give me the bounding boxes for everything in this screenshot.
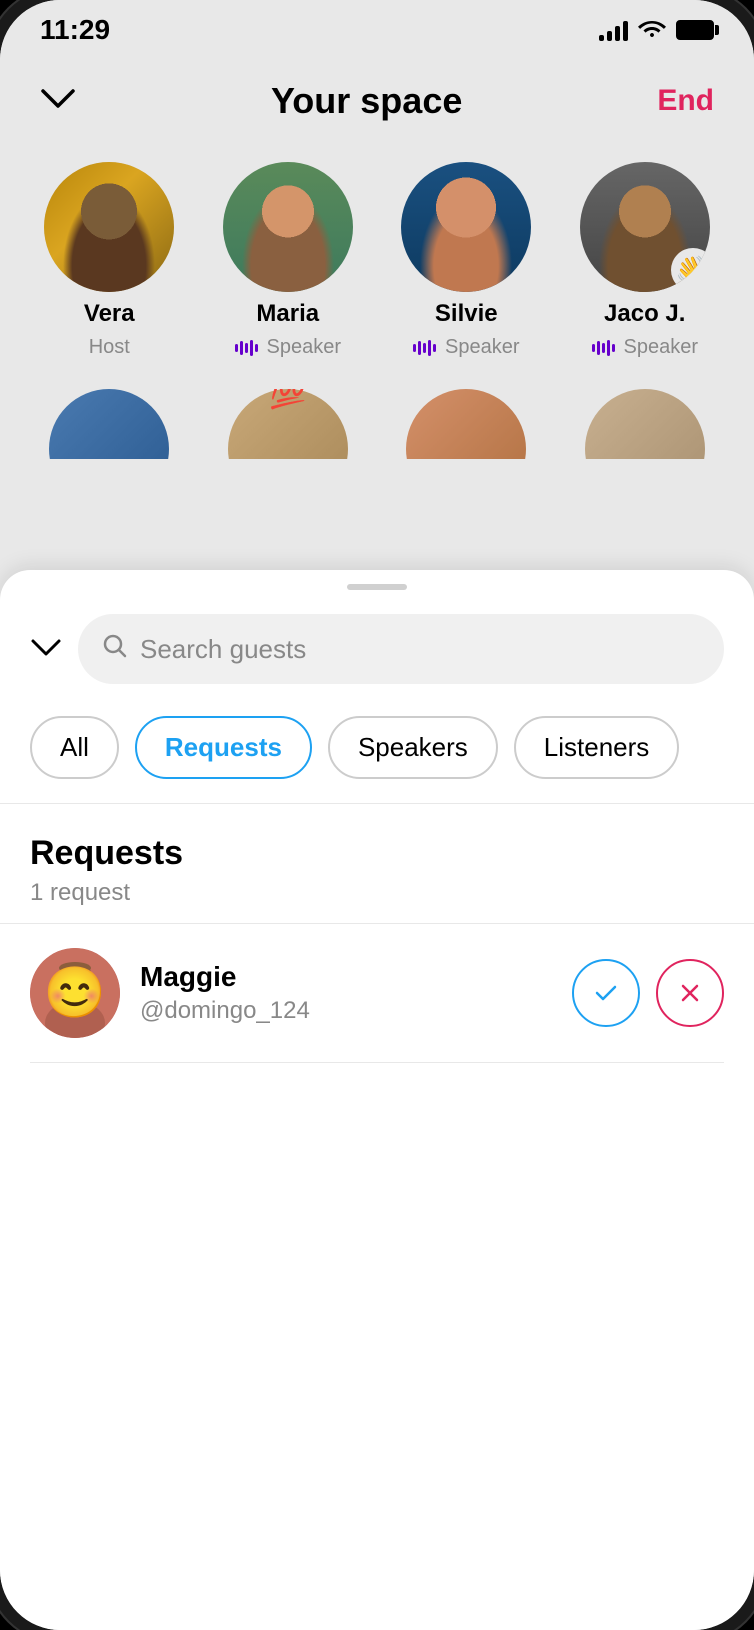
search-bar[interactable]: Search guests (78, 614, 724, 684)
speakers-grid: Vera Host Maria Speaker (0, 142, 754, 379)
speaker-name-silvie: Silvie (435, 300, 498, 328)
filter-tabs: All Requests Speakers Listeners (30, 700, 724, 803)
soundwave-icon (235, 340, 258, 356)
avatar-maggie (30, 948, 120, 1038)
soundwave-icon (592, 340, 615, 356)
avatar-jaco: 👋 (580, 162, 710, 292)
battery-icon (676, 20, 714, 40)
end-button[interactable]: End (657, 84, 714, 118)
avatar-maria (223, 162, 353, 292)
speaker-name-maria: Maria (256, 300, 319, 328)
speaker-role-maria: Speaker (235, 336, 342, 359)
action-buttons-maggie (572, 959, 724, 1027)
user-info-maggie: Maggie @domingo_124 (140, 961, 572, 1025)
speaker-name-jaco: Jaco J. (604, 300, 685, 328)
tab-listeners[interactable]: Listeners (514, 716, 680, 779)
speakers-row-2: 💯 (0, 389, 754, 459)
requests-title: Requests (30, 834, 724, 873)
user-row-maggie: Maggie @domingo_124 (30, 924, 724, 1063)
search-row: Search guests (30, 590, 724, 700)
tab-requests[interactable]: Requests (135, 716, 312, 779)
signal-icon (599, 19, 628, 41)
tab-speakers[interactable]: Speakers (328, 716, 498, 779)
avatar-vera (44, 162, 174, 292)
status-icons (599, 17, 714, 43)
avatar-silvie (401, 162, 531, 292)
status-bar: 11:29 (0, 0, 754, 60)
search-icon (102, 633, 128, 666)
sheet-chevron-icon[interactable] (30, 633, 62, 665)
space-title: Your space (271, 80, 462, 122)
partial-avatar-3 (387, 389, 546, 459)
search-placeholder: Search guests (140, 634, 306, 665)
requests-count: 1 request (30, 879, 724, 907)
wave-emoji-icon: 👋 (671, 248, 710, 292)
status-time: 11:29 (40, 14, 110, 46)
requests-section: Requests 1 request (30, 804, 724, 923)
speaker-role-vera: Host (89, 336, 130, 359)
partial-avatar-4 (566, 389, 725, 459)
decline-button-maggie[interactable] (656, 959, 724, 1027)
speaker-item-jaco: 👋 Jaco J. Speaker (566, 162, 725, 359)
accept-button-maggie[interactable] (572, 959, 640, 1027)
speaker-role-jaco: Speaker (592, 336, 699, 359)
bottom-sheet: Search guests All Requests Speakers List… (0, 570, 754, 1630)
speaker-item-vera: Vera Host (30, 162, 189, 359)
soundwave-icon (413, 340, 436, 356)
space-header: Your space End (0, 60, 754, 142)
user-name-maggie: Maggie (140, 961, 572, 993)
speaker-role-silvie: Speaker (413, 336, 520, 359)
user-handle-maggie: @domingo_124 (140, 997, 572, 1025)
tab-all[interactable]: All (30, 716, 119, 779)
collapse-chevron-icon[interactable] (40, 86, 76, 117)
phone-frame: 11:29 Your space End (0, 0, 754, 1630)
speaker-item-maria: Maria Speaker (209, 162, 368, 359)
space-area: Your space End Vera Host Maria (0, 60, 754, 630)
speaker-item-silvie: Silvie Speaker (387, 162, 546, 359)
speaker-name-vera: Vera (84, 300, 135, 328)
partial-avatar-2: 💯 (209, 389, 368, 459)
sheet-content: Search guests All Requests Speakers List… (0, 590, 754, 1063)
wifi-icon (638, 17, 666, 43)
partial-avatar-1 (30, 389, 189, 459)
